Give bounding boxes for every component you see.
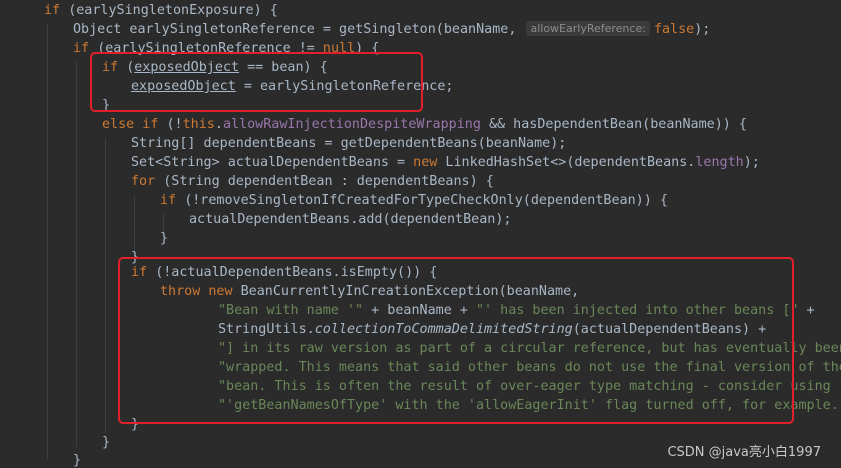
code-line: } [73, 451, 81, 468]
code-token: actualDependentBeans.add(dependentBean); [189, 212, 512, 227]
code-token: Object earlySingletonReference = getSing… [73, 22, 525, 37]
code-line: if (earlySingletonExposure) { [44, 1, 278, 20]
code-editor[interactable]: if (earlySingletonExposure) { Object earl… [0, 0, 841, 468]
indent-guide [105, 138, 106, 433]
code-token: for [131, 174, 164, 189]
code-token: . [214, 117, 223, 132]
code-token: + [798, 303, 815, 318]
code-token: ); [743, 155, 760, 170]
code-line: if (!removeSingletonIfCreatedForTypeChec… [160, 191, 668, 210]
code-token: length [695, 155, 744, 170]
code-line: Object earlySingletonReference = getSing… [73, 20, 710, 39]
code-token: (! [166, 117, 183, 132]
code-line: Set<String> actualDependentBeans = new L… [131, 153, 760, 172]
parameter-hint: allowEarlyReference: [526, 21, 650, 36]
code-token: } [73, 453, 82, 468]
code-line: else if (!this.allowRawInjectionDespiteW… [102, 115, 747, 134]
code-token: allowRawInjectionDespiteWrapping [222, 117, 481, 132]
code-line: } [160, 229, 168, 248]
csdn-watermark: CSDN @java亮小白1997 [667, 445, 821, 460]
code-token: false [653, 22, 695, 37]
code-line: actualDependentBeans.add(dependentBean); [189, 210, 511, 229]
code-line: } [102, 433, 110, 452]
code-token: String[] dependentBeans = getDependentBe… [131, 136, 567, 151]
code-token: LinkedHashSet<>(dependentBeans. [445, 155, 696, 170]
code-token: (earlySingletonExposure) { [68, 3, 278, 18]
code-token: new [413, 155, 446, 170]
code-token: this [182, 117, 215, 132]
code-token: && hasDependentBean(beanName)) { [480, 117, 747, 132]
code-token: if [160, 193, 185, 208]
indent-guide [76, 62, 77, 447]
code-line: for (String dependentBean : dependentBea… [131, 172, 494, 191]
code-line: String[] dependentBeans = getDependentBe… [131, 134, 566, 153]
code-token: else if [102, 117, 167, 132]
indent-guide [47, 24, 48, 460]
code-token: } [102, 435, 111, 450]
code-token: } [160, 231, 169, 246]
code-token: ); [694, 22, 711, 37]
code-token: (!removeSingletonIfCreatedForTypeCheckOn… [184, 193, 668, 208]
code-token: (String dependentBean : dependentBeans) … [163, 174, 494, 189]
code-token: Set<String> actualDependentBeans = [131, 155, 414, 170]
highlight-box-exposed-object [90, 52, 423, 112]
code-token: if [44, 3, 69, 18]
highlight-box-circular-reference-check [118, 257, 794, 424]
